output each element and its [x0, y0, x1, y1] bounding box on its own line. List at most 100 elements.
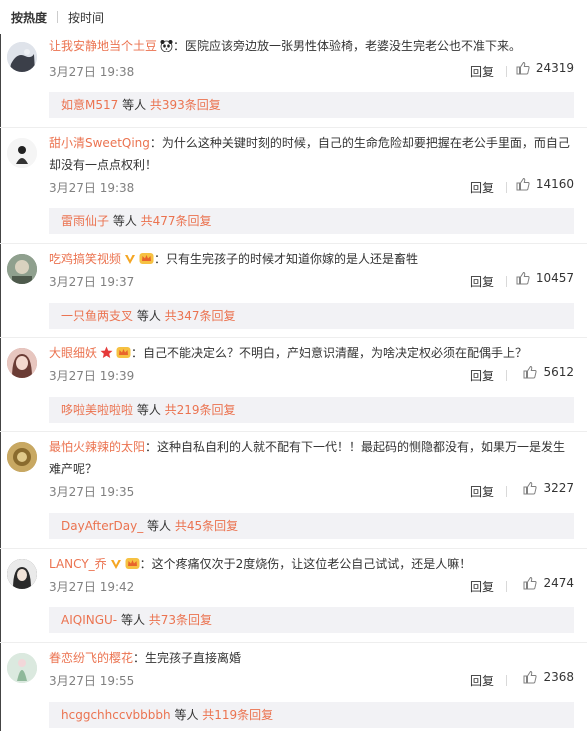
comment-text: ：只有生完孩子的时候才知道你嫁的是人还是畜牲: [154, 252, 419, 266]
star-icon: [100, 344, 113, 366]
sort-bar: 按热度 按时间: [0, 0, 587, 34]
reply-button[interactable]: 回复: [470, 483, 494, 500]
avatar[interactable]: [7, 138, 37, 168]
sub-reply-box[interactable]: 一只鱼两支叉 等人 共347条回复: [49, 303, 574, 329]
like-count: 14160: [535, 177, 574, 191]
avatar[interactable]: [7, 348, 37, 378]
like-button[interactable]: 24319: [516, 61, 574, 75]
vip-crown-icon: [139, 250, 154, 272]
comment-meta: 3月27日 19:38 回复 24319: [49, 60, 574, 80]
thumbs-up-icon: [523, 576, 538, 590]
sub-reply-count[interactable]: 共347条回复: [165, 309, 236, 323]
thumbs-up-icon: [523, 670, 538, 684]
sub-reply-box[interactable]: 如意M517 等人 共393条回复: [49, 92, 574, 118]
meta-divider: [506, 486, 507, 497]
meta-divider: [506, 581, 507, 592]
sub-reply-user[interactable]: hcggchhccvbbbbh: [61, 708, 171, 722]
like-button[interactable]: 2474: [523, 576, 574, 590]
reply-button[interactable]: 回复: [470, 672, 494, 689]
comment-time: 3月27日 19:37: [49, 275, 135, 289]
sub-reply-count[interactable]: 共73条回复: [149, 613, 212, 627]
thumbs-up-icon: [516, 271, 530, 285]
sub-reply-user[interactable]: AIQINGU-: [61, 613, 117, 627]
sub-reply-count[interactable]: 共45条回复: [175, 519, 238, 533]
comment-username[interactable]: 吃鸡搞笑视频: [49, 252, 121, 266]
sub-reply-box[interactable]: hcggchhccvbbbbh 等人 共119条回复: [49, 702, 574, 728]
sub-reply-mid: 等人: [133, 403, 165, 417]
comment-time: 3月27日 19:42: [49, 580, 135, 594]
reply-button[interactable]: 回复: [470, 273, 494, 290]
thumbs-up-icon: [523, 481, 538, 495]
sub-reply-user[interactable]: DayAfterDay_: [61, 519, 143, 533]
comment-text: ：生完孩子直接离婚: [133, 651, 242, 665]
meta-divider: [506, 370, 507, 381]
sub-reply-user[interactable]: 一只鱼两支叉: [61, 309, 133, 323]
comment-meta: 3月27日 19:39 回复 5612: [49, 364, 574, 384]
like-count: 3227: [543, 481, 574, 495]
reply-button[interactable]: 回复: [470, 63, 494, 80]
comment-meta: 3月27日 19:42 回复 2474: [49, 575, 574, 595]
avatar[interactable]: [7, 42, 37, 72]
comment-username[interactable]: 眷恋纷飞的樱花: [49, 651, 133, 665]
sub-reply-count[interactable]: 共219条回复: [165, 403, 236, 417]
sub-reply-mid: 等人: [117, 613, 149, 627]
thumbs-up-icon: [523, 365, 538, 379]
like-count: 2368: [543, 670, 574, 684]
sub-reply-user[interactable]: 如意M517: [61, 98, 118, 112]
comment-username[interactable]: 最怕火辣辣的太阳: [49, 440, 145, 454]
avatar[interactable]: [7, 442, 37, 472]
comment-username[interactable]: 甜小清SweetQing: [49, 136, 150, 150]
comment-time: 3月27日 19:35: [49, 485, 135, 499]
like-button[interactable]: 14160: [516, 177, 574, 191]
like-count: 2474: [543, 576, 574, 590]
sub-reply-mid: 等人: [118, 98, 150, 112]
verified-v-icon: [124, 250, 136, 272]
comment-time: 3月27日 19:39: [49, 369, 135, 383]
sub-reply-mid: 等人: [170, 708, 203, 722]
sub-reply-count[interactable]: 共477条回复: [141, 214, 212, 228]
thumbs-up-icon: [516, 61, 530, 75]
sub-reply-user[interactable]: 雷雨仙子: [61, 214, 109, 228]
like-count: 24319: [535, 61, 574, 75]
sub-reply-user[interactable]: 哆啦美啦啦啦: [61, 403, 133, 417]
verified-v-icon: [110, 555, 122, 577]
sub-reply-count[interactable]: 共393条回复: [150, 98, 221, 112]
comment-username[interactable]: 大眼细妖: [49, 346, 97, 360]
comment-text: ：自己不能决定么？不明白，产妇意识清醒，为啥决定权必须在配偶手上？: [131, 346, 528, 360]
comment-meta: 3月27日 19:38 回复 14160: [49, 176, 574, 196]
avatar[interactable]: [7, 653, 37, 683]
comment-time: 3月27日 19:55: [49, 674, 135, 688]
comment-meta: 3月27日 19:35 回复 3227: [49, 480, 574, 500]
left-border: [0, 34, 1, 731]
sub-reply-box[interactable]: AIQINGU- 等人 共73条回复: [49, 607, 574, 633]
vip-crown-icon: [125, 555, 140, 577]
avatar[interactable]: [7, 254, 37, 284]
sub-reply-box[interactable]: 哆啦美啦啦啦 等人 共219条回复: [49, 397, 574, 423]
meta-divider: [506, 182, 507, 193]
sub-reply-count[interactable]: 共119条回复: [202, 708, 273, 722]
like-button[interactable]: 5612: [523, 365, 574, 379]
reply-button[interactable]: 回复: [470, 179, 494, 196]
like-button[interactable]: 2368: [523, 670, 574, 684]
thumbs-up-icon: [516, 177, 530, 191]
sub-reply-mid: 等人: [133, 309, 165, 323]
comment-username[interactable]: 让我安静地当个土豆: [49, 39, 157, 53]
comment-username[interactable]: LANCY_乔: [49, 557, 107, 571]
tab-sort-by-hot[interactable]: 按热度: [0, 9, 57, 26]
sub-reply-box[interactable]: DayAfterDay_ 等人 共45条回复: [49, 513, 574, 539]
like-count: 10457: [535, 271, 574, 285]
comment-text: ：医院应该旁边放一张男性体验椅，老婆没生完老公也不准下来。: [173, 39, 522, 53]
comment-time: 3月27日 19:38: [49, 181, 135, 195]
tab-sort-by-time[interactable]: 按时间: [58, 9, 114, 26]
meta-divider: [506, 276, 507, 287]
like-button[interactable]: 10457: [516, 271, 574, 285]
meta-divider: [506, 66, 507, 77]
panda-icon: [160, 37, 173, 59]
reply-button[interactable]: 回复: [470, 367, 494, 384]
comment-meta: 3月27日 19:55 回复 2368: [49, 669, 574, 689]
like-button[interactable]: 3227: [523, 481, 574, 495]
reply-button[interactable]: 回复: [470, 578, 494, 595]
sub-reply-box[interactable]: 雷雨仙子 等人 共477条回复: [49, 208, 574, 234]
sub-reply-mid: 等人: [109, 214, 141, 228]
avatar[interactable]: [7, 559, 37, 589]
